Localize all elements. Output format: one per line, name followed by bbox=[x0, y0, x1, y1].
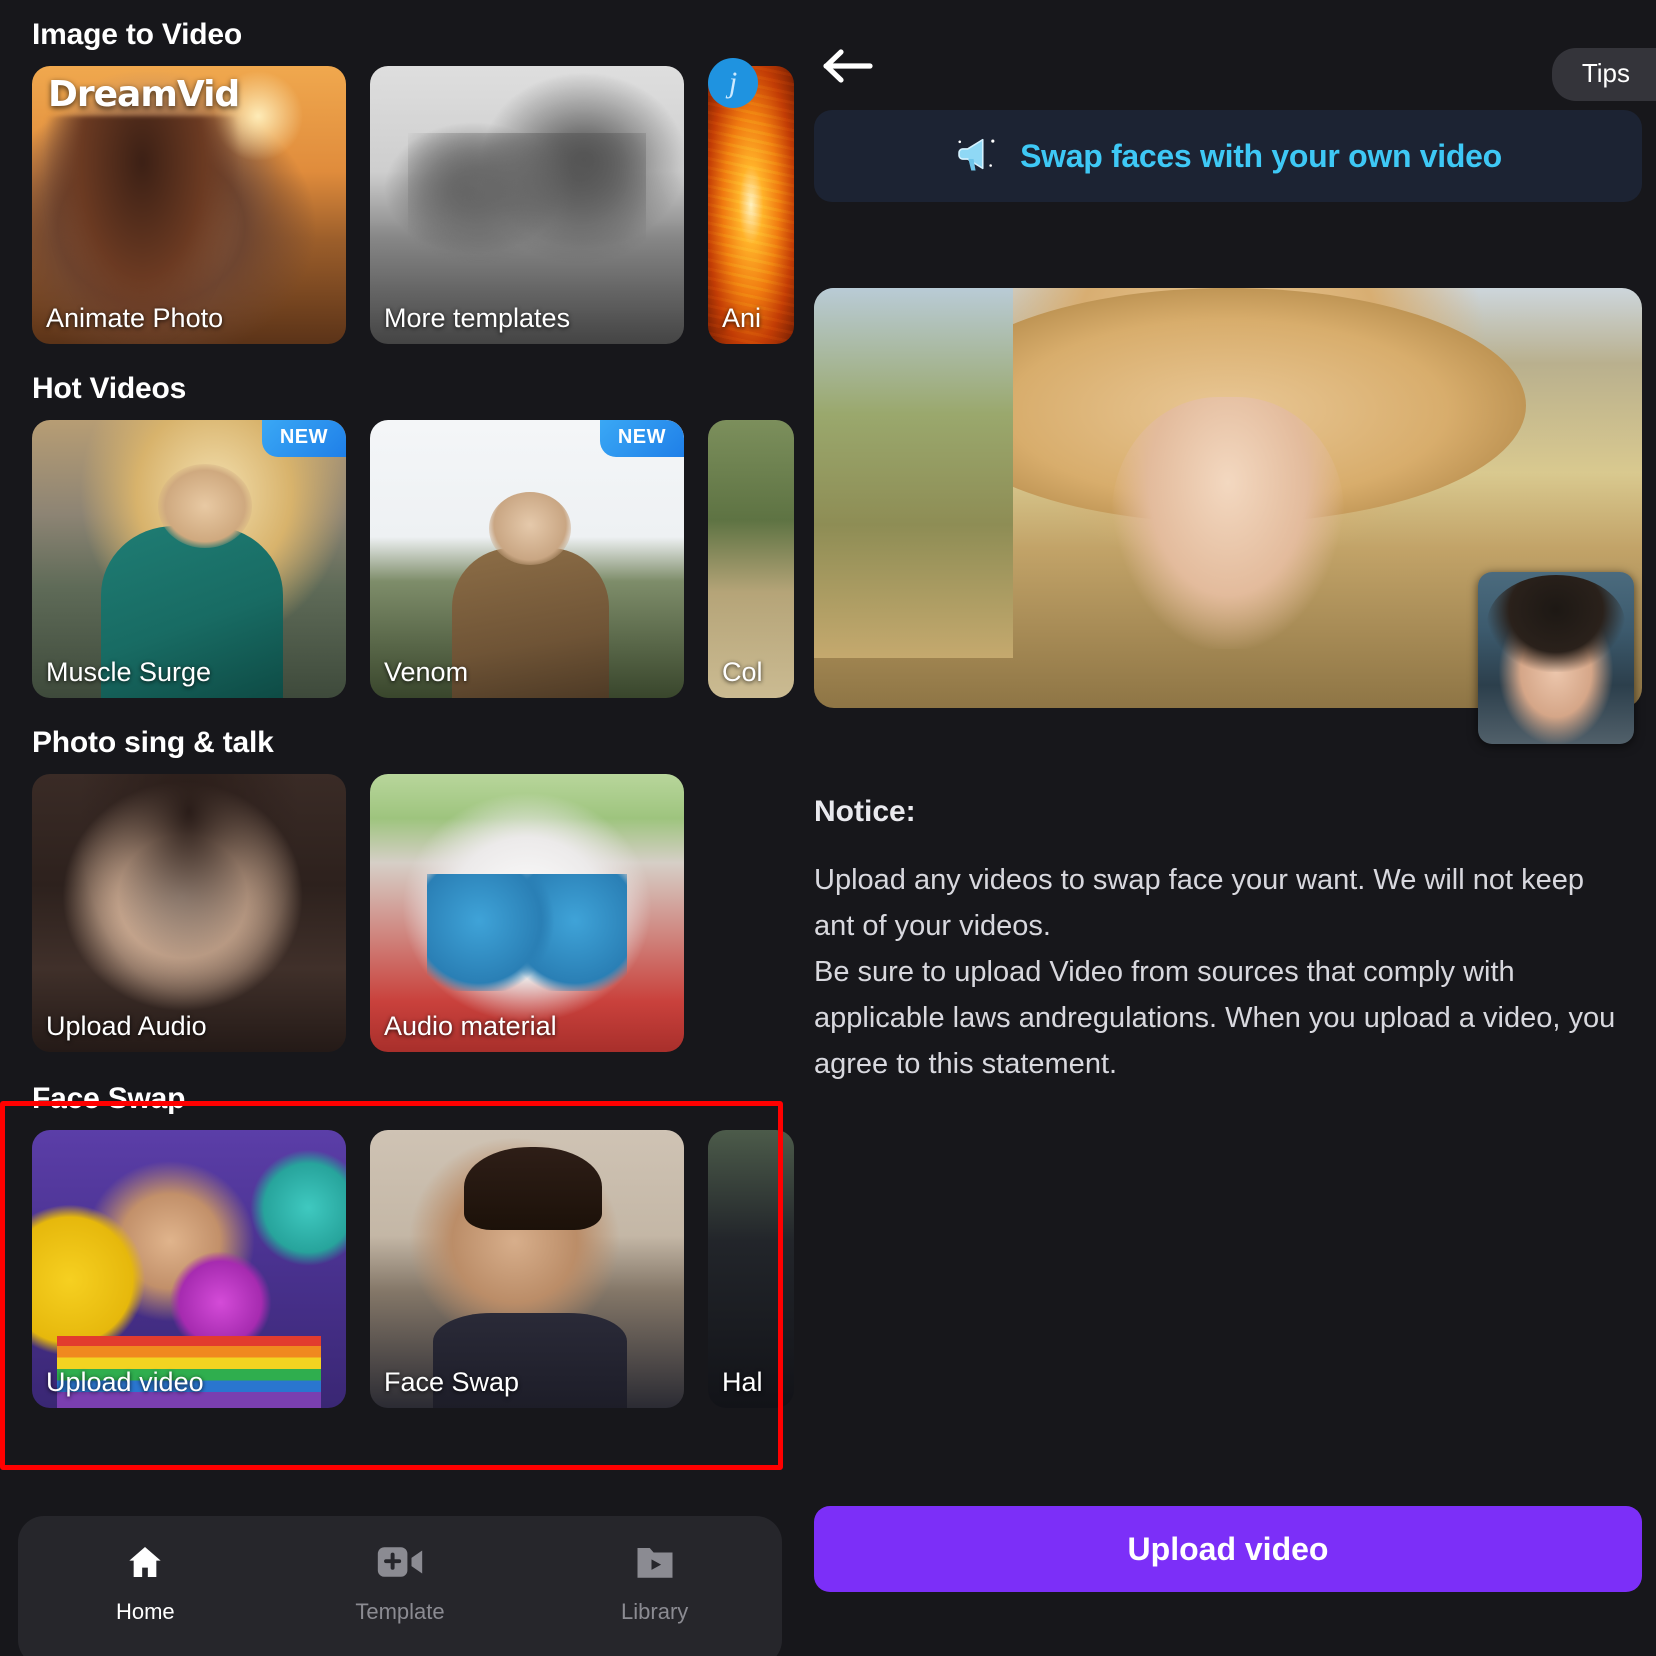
card-label: More templates bbox=[384, 303, 571, 333]
card-upload-video[interactable]: Upload video bbox=[32, 1130, 346, 1408]
section-title-image-to-video: Image to Video bbox=[32, 18, 243, 51]
card-face-swap[interactable]: Face Swap bbox=[370, 1130, 684, 1408]
notice-paragraph-2: Be sure to upload Video from sources tha… bbox=[814, 956, 1616, 1080]
card-more-templates[interactable]: More templates bbox=[370, 66, 684, 344]
card-label: Upload video bbox=[46, 1367, 204, 1397]
status-badge-new: NEW bbox=[599, 420, 684, 457]
upload-video-button[interactable]: Upload video bbox=[814, 1506, 1642, 1592]
left-panel: Image to Video DreamVid Animate Photo Mo… bbox=[0, 0, 800, 1656]
avatar[interactable]: j bbox=[708, 58, 758, 108]
section-hot-videos: Hot Videos NEW Muscle Surge NEW Venom Co… bbox=[0, 344, 800, 698]
card-row-hot-videos: NEW Muscle Surge NEW Venom Col bbox=[0, 420, 800, 698]
card-label: Upload Audio bbox=[46, 1011, 207, 1041]
card-audio-material[interactable]: Audio material bbox=[370, 774, 684, 1052]
add-video-icon bbox=[377, 1542, 423, 1587]
notice-title: Notice: bbox=[814, 795, 916, 828]
card-muscle-surge[interactable]: NEW Muscle Surge bbox=[32, 420, 346, 698]
promo-banner-swap-faces[interactable]: Swap faces with your own video bbox=[814, 110, 1642, 202]
card-label: Venom bbox=[384, 657, 469, 687]
promo-banner-label: Swap faces with your own video bbox=[1020, 137, 1502, 174]
notice-block: Notice: Upload any videos to swap face y… bbox=[814, 795, 1626, 1087]
back-arrow-icon bbox=[822, 48, 874, 89]
home-icon bbox=[124, 1542, 166, 1587]
card-animate-partial[interactable]: Ani bbox=[708, 66, 794, 344]
card-label: Muscle Surge bbox=[46, 657, 212, 687]
tips-button[interactable]: Tips bbox=[1551, 48, 1656, 101]
card-row-face-swap: Upload video Face Swap Hal bbox=[0, 1130, 800, 1408]
card-label: Face Swap bbox=[384, 1367, 520, 1397]
notice-body: Upload any videos to swap face your want… bbox=[814, 857, 1626, 1087]
app-root: Image to Video DreamVid Animate Photo Mo… bbox=[0, 0, 1656, 1656]
megaphone-icon bbox=[954, 131, 1000, 182]
section-title-hot-videos: Hot Videos bbox=[32, 372, 187, 405]
section-title-face-swap: Face Swap bbox=[32, 1082, 186, 1115]
card-upload-audio[interactable]: Upload Audio bbox=[32, 774, 346, 1052]
nav-item-label: Template bbox=[355, 1599, 445, 1624]
card-row-photo-sing-talk: Upload Audio Audio material bbox=[0, 774, 800, 1052]
status-badge-new: NEW bbox=[261, 420, 346, 457]
preview-inset-face-thumbnail[interactable] bbox=[1478, 572, 1634, 744]
nav-item-home[interactable]: Home bbox=[18, 1542, 273, 1625]
card-label: Animate Photo bbox=[46, 303, 224, 333]
card-color-partial[interactable]: Col bbox=[708, 420, 794, 698]
section-image-to-video: Image to Video DreamVid Animate Photo Mo… bbox=[0, 0, 800, 344]
nav-item-label: Home bbox=[115, 1599, 175, 1624]
back-button[interactable] bbox=[820, 46, 876, 90]
bottom-navigation-bar: Home Template Library bbox=[18, 1516, 782, 1656]
card-label: Audio material bbox=[384, 1011, 557, 1041]
nav-item-template[interactable]: Template bbox=[273, 1542, 528, 1625]
library-folder-play-icon bbox=[634, 1542, 676, 1587]
card-label: Col bbox=[722, 657, 763, 687]
card-label: Hal bbox=[722, 1367, 763, 1397]
card-row-image-to-video: DreamVid Animate Photo More templates An… bbox=[0, 66, 800, 344]
preview-area[interactable] bbox=[814, 288, 1642, 744]
brand-tag-dreamvid: DreamVid bbox=[48, 74, 240, 115]
card-venom[interactable]: NEW Venom bbox=[370, 420, 684, 698]
card-animate-photo[interactable]: DreamVid Animate Photo bbox=[32, 66, 346, 344]
section-title-photo-sing-talk: Photo sing & talk bbox=[32, 726, 274, 759]
nav-item-label: Library bbox=[621, 1599, 689, 1624]
section-face-swap: Face Swap Upload video Face Swap Hal bbox=[0, 1052, 800, 1408]
card-label: Ani bbox=[722, 303, 762, 333]
nav-item-library[interactable]: Library bbox=[527, 1542, 782, 1625]
right-panel: Tips Swap faces with your own video Noti… bbox=[800, 0, 1656, 1656]
section-photo-sing-talk: Photo sing & talk Upload Audio Audio mat… bbox=[0, 698, 800, 1052]
card-halloween-partial[interactable]: Hal bbox=[708, 1130, 794, 1408]
notice-paragraph-1: Upload any videos to swap face your want… bbox=[814, 864, 1584, 942]
